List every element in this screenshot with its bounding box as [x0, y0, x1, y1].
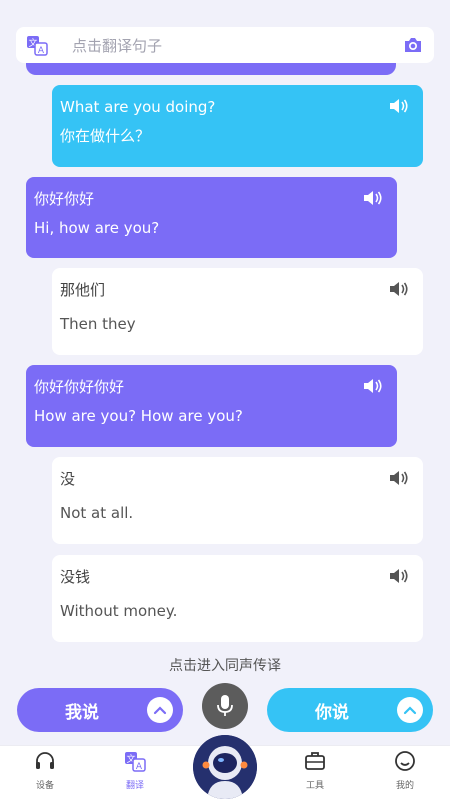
message-bubble[interactable]: What are you doing? 你在做什么？ [52, 85, 423, 167]
chevron-up-icon[interactable] [147, 697, 173, 723]
message-source-text: 没 [60, 470, 76, 488]
astronaut-icon [193, 735, 257, 799]
headphones-icon [36, 752, 54, 769]
conversation-list[interactable]: What are you doing? 你在做什么？ 你好你好 Hi, how … [0, 63, 450, 678]
message-translation-text: How are you? How are you? [34, 407, 243, 425]
message-bubble[interactable]: 那他们 Then they [52, 268, 423, 355]
chevron-up-icon[interactable] [397, 697, 423, 723]
translate-icon[interactable]: 文 A [26, 34, 48, 56]
you-speak-label: 你说 [315, 702, 349, 723]
nav-label: 工具 [305, 781, 324, 791]
i-speak-label: 我说 [65, 702, 99, 723]
speaker-icon[interactable] [363, 189, 383, 207]
message-translation-text: 你在做什么？ [60, 127, 151, 145]
message-source-text: 那他们 [60, 281, 106, 299]
search-bar[interactable]: 文 A 点击翻译句子 [16, 27, 434, 63]
i-speak-button[interactable]: 我说 [17, 688, 183, 732]
microphone-button[interactable] [202, 683, 248, 729]
nav-item-tools[interactable]: 工具 [285, 750, 345, 791]
speaker-icon[interactable] [389, 97, 409, 115]
message-translation-text: Not at all. [60, 504, 134, 522]
svg-text:A: A [38, 46, 45, 56]
svg-text:A: A [136, 762, 143, 772]
previous-message-edge [26, 63, 396, 75]
message-translation-text: Then they [60, 315, 136, 333]
speaker-icon[interactable] [389, 469, 409, 487]
message-bubble[interactable]: 你好你好你好 How are you? How are you? [26, 365, 397, 447]
message-source-text: 你好你好你好 [34, 378, 125, 396]
microphone-icon [217, 695, 233, 716]
simultaneous-interpretation-link[interactable]: 点击进入同声传译 [0, 655, 450, 675]
message-translation-text: Without money. [60, 602, 178, 620]
nav-label: 翻译 [125, 781, 144, 791]
translate-icon: 文 A [125, 752, 146, 772]
nav-item-translate[interactable]: 文 A 翻译 [105, 750, 165, 791]
search-placeholder[interactable]: 点击翻译句子 [72, 35, 402, 56]
message-source-text: What are you doing? [60, 98, 216, 116]
astronaut-avatar-button[interactable] [193, 735, 257, 799]
message-source-text: 你好你好 [34, 190, 95, 208]
message-source-text: 没钱 [60, 568, 91, 586]
nav-item-devices[interactable]: 设备 [15, 750, 75, 791]
message-bubble[interactable]: 没 Not at all. [52, 457, 423, 544]
speaker-icon[interactable] [363, 377, 383, 395]
smiley-icon [395, 751, 415, 771]
nav-label: 我的 [395, 781, 414, 791]
nav-label: 设备 [35, 781, 54, 791]
speaker-icon[interactable] [389, 280, 409, 298]
speaker-icon[interactable] [389, 567, 409, 585]
message-translation-text: Hi, how are you? [34, 219, 160, 237]
you-speak-button[interactable]: 你说 [267, 688, 433, 732]
message-bubble[interactable]: 没钱 Without money. [52, 555, 423, 642]
nav-item-profile[interactable]: 我的 [375, 750, 435, 791]
camera-icon[interactable] [402, 34, 424, 56]
toolbox-icon [305, 752, 325, 770]
message-bubble[interactable]: 你好你好 Hi, how are you? [26, 177, 397, 258]
